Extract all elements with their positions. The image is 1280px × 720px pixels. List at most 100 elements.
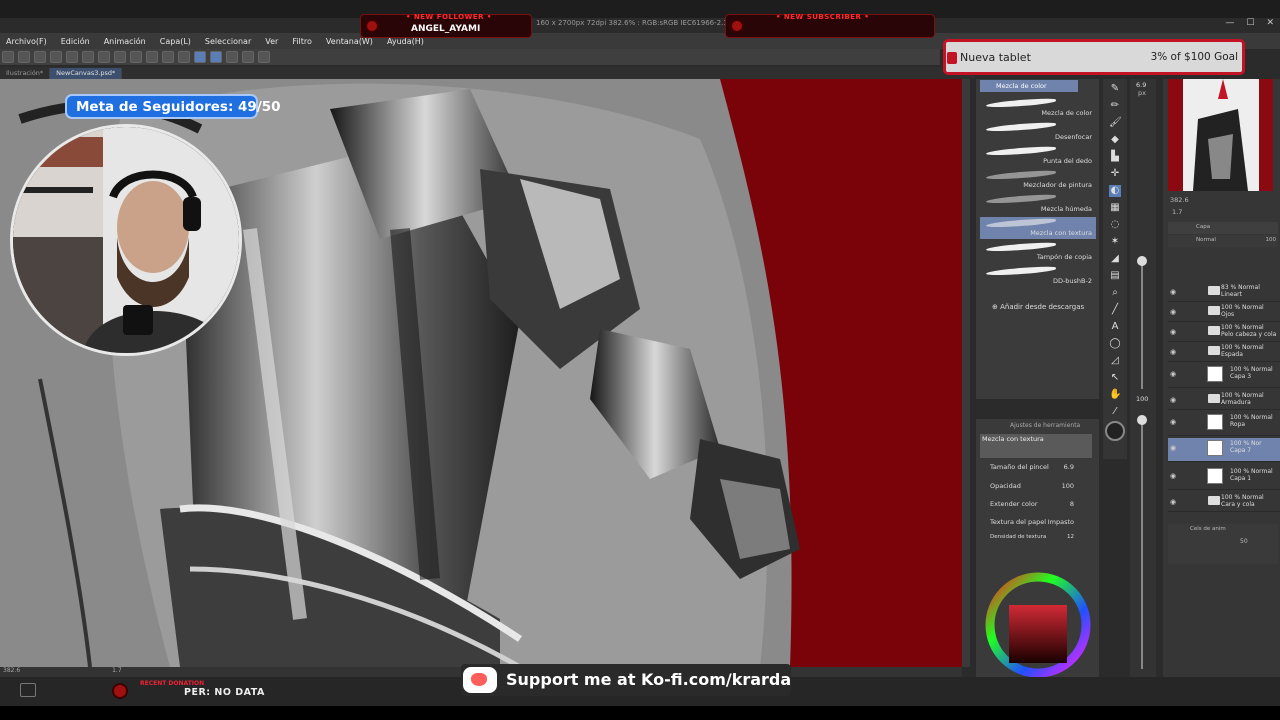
navigator-zoom[interactable]: 382.6 xyxy=(1170,196,1189,204)
size-slider[interactable] xyxy=(1141,259,1143,389)
menu-archivo[interactable]: Archivo(F) xyxy=(6,37,47,46)
visibility-eye-icon[interactable]: ◉ xyxy=(1170,370,1176,378)
brush-item-selected[interactable]: Mezcla con textura xyxy=(980,217,1096,239)
layer-row[interactable]: ◉ 83 % Normal Lineart xyxy=(1168,282,1280,302)
layer-opacity-value[interactable]: 100 xyxy=(1266,237,1277,243)
minimize-icon[interactable]: — xyxy=(1225,18,1234,28)
visibility-eye-icon[interactable]: ◉ xyxy=(1170,444,1176,452)
size-slider-handle[interactable] xyxy=(1137,256,1147,266)
menu-animacion[interactable]: Animación xyxy=(104,37,146,46)
menu-capa[interactable]: Capa(L) xyxy=(160,37,191,46)
magic-wand-icon[interactable]: ✶ xyxy=(1109,236,1121,248)
visibility-eye-icon[interactable]: ◉ xyxy=(1170,288,1176,296)
clear-icon[interactable] xyxy=(98,51,110,63)
navigator-angle[interactable]: 1.7 xyxy=(1172,208,1182,216)
eraser-tool-icon[interactable]: ◆ xyxy=(1109,134,1121,146)
snap-icon[interactable] xyxy=(178,51,190,63)
paper-texture-value[interactable]: Impasto xyxy=(1048,518,1074,526)
opacity-slider[interactable] xyxy=(1141,419,1143,669)
menu-seleccionar[interactable]: Seleccionar xyxy=(205,37,251,46)
visibility-eye-icon[interactable]: ◉ xyxy=(1170,472,1176,480)
visibility-eye-icon[interactable]: ◉ xyxy=(1170,498,1176,506)
opacity-row[interactable]: Opacidad 100 xyxy=(990,482,1080,490)
snap-special-icon[interactable] xyxy=(210,51,222,63)
grid-tool-icon[interactable]: ▦ xyxy=(1109,202,1121,214)
brush-size-row[interactable]: Tamaño del pincel 6.9 xyxy=(990,463,1080,471)
preferences-icon[interactable] xyxy=(258,51,270,63)
brush-item[interactable]: Mezcla de color xyxy=(980,97,1096,119)
navigator-preview[interactable] xyxy=(1168,79,1273,191)
redo-icon[interactable] xyxy=(82,51,94,63)
menu-filtro[interactable]: Filtro xyxy=(292,37,312,46)
layer-row[interactable]: ◉ 100 % Normal Espada xyxy=(1168,342,1280,362)
layer-row[interactable]: ◉ 100 % Normal Capa 3 xyxy=(1168,364,1280,388)
deselect-icon[interactable] xyxy=(146,51,158,63)
menu-ver[interactable]: Ver xyxy=(265,37,278,46)
pencil-tool-icon[interactable]: ✏ xyxy=(1109,100,1121,112)
texture-density-value[interactable]: 12 xyxy=(1067,534,1074,540)
snap-ruler-icon[interactable] xyxy=(194,51,206,63)
ruler-icon[interactable] xyxy=(162,51,174,63)
snap-grid-icon[interactable] xyxy=(226,51,238,63)
color-wheel[interactable] xyxy=(976,567,1099,678)
visibility-eye-icon[interactable]: ◉ xyxy=(1170,308,1176,316)
maximize-icon[interactable]: ☐ xyxy=(1246,18,1254,28)
brush-item[interactable]: Mezcla húmeda xyxy=(980,193,1096,215)
open-file-icon[interactable] xyxy=(18,51,30,63)
layer-row[interactable]: ◉ 100 % Normal Ojos xyxy=(1168,302,1280,322)
opacity-slider-handle[interactable] xyxy=(1137,415,1147,425)
sub-tool-group-tab[interactable]: Mezcla de color xyxy=(980,80,1078,92)
pen-tool-icon[interactable]: ✎ xyxy=(1109,83,1121,95)
line-tool-icon[interactable]: ╱ xyxy=(1109,304,1121,316)
bucket-tool-icon[interactable]: ◢ xyxy=(1109,253,1121,265)
layer-row[interactable]: ◉ 100 % Normal Armadura xyxy=(1168,390,1280,410)
brush-item[interactable]: Punta del dedo xyxy=(980,145,1096,167)
brush-item[interactable]: DD-bushB-2 xyxy=(980,265,1096,287)
move-tool-icon[interactable]: ✛ xyxy=(1109,168,1121,180)
visibility-eye-icon[interactable]: ◉ xyxy=(1170,348,1176,356)
tab-ilustracion[interactable]: Ilustración* xyxy=(0,68,51,79)
undo-icon[interactable] xyxy=(66,51,78,63)
new-file-icon[interactable] xyxy=(2,51,14,63)
gradient-tool-icon[interactable]: ▤ xyxy=(1109,270,1121,282)
blend-mode-select[interactable]: Normal xyxy=(1196,237,1216,243)
brush-tool-icon[interactable]: 🖌 xyxy=(1109,117,1122,129)
brush-item[interactable]: Tampón de copia xyxy=(980,241,1096,263)
brush-item[interactable]: Mezclador de pintura xyxy=(980,169,1096,191)
visibility-eye-icon[interactable]: ◉ xyxy=(1170,396,1176,404)
tab-newcanvas3[interactable]: NewCanvas3.psd* xyxy=(50,68,123,79)
zoom-tool-icon[interactable]: ⌕ xyxy=(1109,287,1121,299)
fill-icon[interactable] xyxy=(114,51,126,63)
transform-icon[interactable] xyxy=(130,51,142,63)
fill-tool-icon[interactable]: ▙ xyxy=(1109,151,1121,163)
cels-value[interactable]: 50 xyxy=(1240,538,1248,545)
frame-tool-icon[interactable]: ◿ xyxy=(1109,355,1121,367)
menu-edicion[interactable]: Edición xyxy=(61,37,90,46)
hand-tool-icon[interactable]: ✋ xyxy=(1109,389,1121,401)
layer-row[interactable]: ◉ 100 % Normal Pelo cabeza y cola xyxy=(1168,322,1280,342)
print-icon[interactable] xyxy=(50,51,62,63)
visibility-eye-icon[interactable]: ◉ xyxy=(1170,418,1176,426)
layer-row-selected[interactable]: ◉ 100 % Nor Capa 7 xyxy=(1168,438,1280,462)
close-icon[interactable]: ✕ xyxy=(1266,18,1274,28)
save-icon[interactable] xyxy=(34,51,46,63)
eyedropper-icon[interactable]: ⁄ xyxy=(1109,406,1121,418)
text-tool-icon[interactable]: A xyxy=(1109,321,1121,333)
texture-density-row[interactable]: Densidad de textura 12 xyxy=(990,534,1080,540)
extend-color-row[interactable]: Extender color 8 xyxy=(990,500,1080,508)
canvas-scrollbar[interactable] xyxy=(962,79,970,667)
pen-settings-icon[interactable] xyxy=(242,51,254,63)
layout-icon[interactable] xyxy=(20,683,36,697)
brush-item[interactable]: Desenfocar xyxy=(980,121,1096,143)
main-color-swatch[interactable] xyxy=(1105,421,1125,441)
visibility-eye-icon[interactable]: ◉ xyxy=(1170,328,1176,336)
lasso-tool-icon[interactable]: ◌ xyxy=(1109,219,1121,231)
brush-size-value[interactable]: 6.9 xyxy=(1064,463,1074,471)
add-from-downloads[interactable]: ⊕ Añadir desde descargas xyxy=(992,303,1084,311)
blend-tool-icon[interactable]: ◐ xyxy=(1109,185,1121,197)
extend-color-value[interactable]: 8 xyxy=(1070,500,1074,508)
operation-tool-icon[interactable]: ↖ xyxy=(1109,372,1121,384)
layer-row[interactable]: ◉ 100 % Normal Cara y cola xyxy=(1168,492,1280,512)
layer-row[interactable]: ◉ 100 % Normal Capa 1 xyxy=(1168,466,1280,490)
layer-row[interactable]: ◉ 100 % Normal Ropa xyxy=(1168,412,1280,436)
